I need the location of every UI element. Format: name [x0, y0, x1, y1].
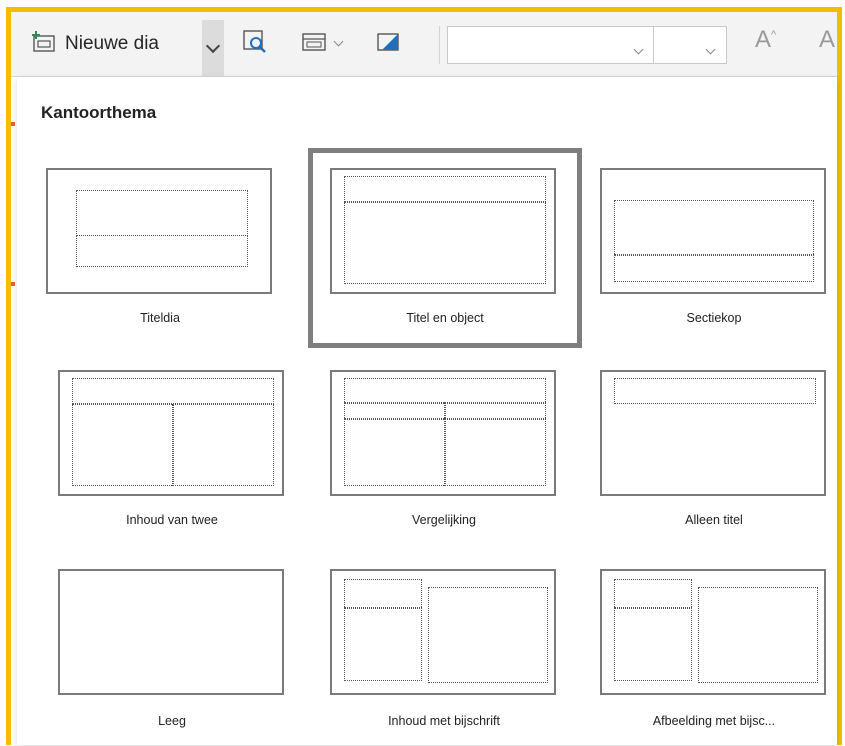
layout-tile-inhoud-van-twee[interactable]: Inhoud van twee — [55, 367, 289, 547]
placeholder-title — [76, 190, 248, 236]
chevron-down-icon — [705, 44, 716, 55]
placeholder-title — [614, 200, 814, 256]
layout-thumbnail — [330, 370, 556, 496]
new-slide-label: Nieuwe dia — [65, 33, 159, 54]
layout-name: Leeg — [158, 714, 186, 728]
toolbar-divider — [439, 26, 440, 64]
layout-thumbnail — [58, 569, 284, 695]
placeholder-subtitle — [76, 235, 248, 267]
placeholder-title — [614, 579, 692, 609]
placeholder-picture — [698, 587, 818, 683]
layout-icon — [301, 31, 327, 58]
layout-thumbnail — [600, 168, 826, 294]
grow-font-icon: A — [755, 26, 772, 53]
placeholder-content-right — [172, 404, 274, 486]
layout-name: Inhoud met bijschrift — [388, 714, 500, 728]
theme-heading: Kantoorthema — [41, 103, 157, 122]
new-slide-dropdown-button[interactable] — [202, 20, 224, 76]
layout-thumbnail — [46, 168, 272, 294]
canvas-marker — [11, 282, 15, 286]
layout-tile-inhoud-met-bijschrift[interactable]: Inhoud met bijschrift — [327, 566, 561, 746]
shrink-font-icon: A — [819, 26, 836, 53]
background-icon — [375, 31, 401, 58]
layout-tile-leeg[interactable]: Leeg — [55, 566, 289, 746]
shrink-font-button[interactable]: A — [819, 26, 835, 54]
format-background-button[interactable] — [375, 20, 401, 68]
layout-thumbnail — [600, 370, 826, 496]
placeholder-text — [344, 607, 422, 681]
layout-name: Titeldia — [140, 311, 180, 325]
layout-tile-sectiekop[interactable]: Sectiekop — [597, 165, 831, 345]
placeholder-title — [72, 378, 274, 404]
chevron-down-icon — [205, 38, 221, 53]
layout-name: Alleen titel — [685, 513, 743, 527]
app-window: Nieuwe dia A^ A Kantoorthema Titeldia Ti… — [6, 7, 842, 745]
font-name-combo[interactable] — [447, 26, 655, 64]
layout-tile-afbeelding-met-bijschrift[interactable]: Afbeelding met bijsc... — [597, 566, 831, 746]
layout-button[interactable] — [301, 20, 344, 68]
layout-name: Titel en object — [406, 311, 484, 325]
layout-tile-vergelijking[interactable]: Vergelijking — [327, 367, 561, 547]
font-size-combo[interactable] — [653, 26, 727, 64]
chevron-down-icon — [333, 36, 344, 47]
placeholder-text — [614, 607, 692, 681]
placeholder-content — [344, 202, 546, 284]
ribbon-toolbar: Nieuwe dia A^ A — [11, 12, 837, 77]
new-slide-icon — [31, 30, 57, 59]
layout-gallery-panel: Kantoorthema Titeldia Titel en object Se… — [17, 77, 837, 745]
placeholder-title — [614, 378, 816, 404]
layout-thumbnail — [330, 168, 556, 294]
grow-font-button[interactable]: A^ — [755, 26, 776, 54]
placeholder-text — [614, 254, 814, 282]
placeholder-content-left — [344, 418, 446, 486]
placeholder-title — [344, 176, 546, 202]
layout-name: Afbeelding met bijsc... — [652, 714, 776, 728]
canvas-marker — [11, 122, 15, 126]
layout-name: Sectiekop — [686, 311, 742, 325]
reuse-slides-button[interactable] — [241, 20, 269, 68]
reuse-slides-icon — [241, 28, 269, 61]
new-slide-button[interactable]: Nieuwe dia — [31, 20, 211, 68]
placeholder-content-left — [72, 404, 174, 486]
placeholder-content — [428, 587, 548, 683]
layout-thumbnail — [600, 569, 826, 695]
placeholder-title — [344, 579, 422, 609]
layout-tile-titeldia[interactable]: Titeldia — [43, 165, 277, 345]
layout-name: Inhoud van twee — [126, 513, 218, 527]
placeholder-content-right — [444, 418, 546, 486]
layout-thumbnail — [330, 569, 556, 695]
layout-tile-alleen-titel[interactable]: Alleen titel — [597, 367, 831, 547]
layout-thumbnail — [58, 370, 284, 496]
layout-tile-titel-en-object[interactable]: Titel en object — [308, 148, 582, 348]
layout-name: Vergelijking — [412, 513, 476, 527]
placeholder-title — [344, 378, 546, 404]
chevron-down-icon — [633, 44, 644, 55]
